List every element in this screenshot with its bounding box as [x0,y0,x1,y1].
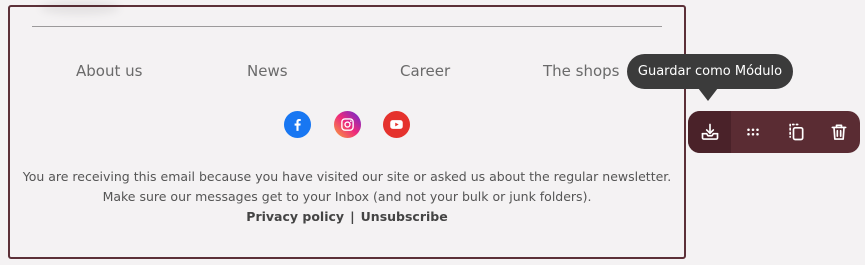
footer-divider [32,26,662,27]
footer-legal-links: Privacy policy | Unsubscribe [10,209,684,224]
footer-link-about-us[interactable]: About us [76,62,142,80]
module-toolbar [688,111,860,153]
instagram-icon[interactable] [334,111,361,138]
tooltip-arrow [698,88,718,101]
delete-module-button[interactable] [817,111,860,153]
drag-module-button[interactable] [731,111,774,153]
facebook-icon[interactable] [284,111,311,138]
footer-block[interactable]: About us News Career The shops You are r… [8,1,686,259]
save-module-tooltip: Guardar como Módulo [627,54,793,89]
drag-shadow [40,1,120,15]
editor-canvas: About us News Career The shops You are r… [0,0,865,265]
duplicate-module-button[interactable] [774,111,817,153]
trash-icon [831,124,846,140]
privacy-policy-link[interactable]: Privacy policy [246,209,344,224]
footer-link-news[interactable]: News [247,62,288,80]
footer-link-the-shops[interactable]: The shops [543,62,620,80]
duplicate-icon [788,123,803,141]
notice-line-1: You are receiving this email because you… [22,169,672,184]
youtube-icon[interactable] [383,111,410,138]
link-separator: | [350,209,355,224]
footer-link-career[interactable]: Career [400,62,450,80]
drag-handle-icon [746,128,759,136]
save-module-icon [701,123,718,140]
notice-line-2: Make sure our messages get to your Inbox… [102,189,592,204]
save-module-button[interactable] [688,111,731,153]
unsubscribe-link[interactable]: Unsubscribe [361,209,448,224]
